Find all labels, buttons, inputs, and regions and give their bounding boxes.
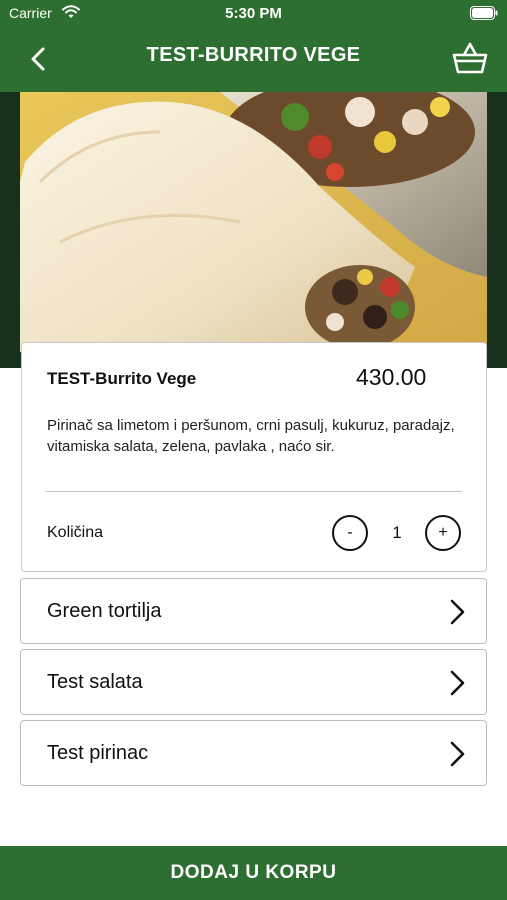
divider — [46, 491, 462, 492]
battery-icon — [470, 6, 498, 20]
product-name: TEST-Burrito Vege — [47, 369, 197, 388]
burrito-photo — [20, 92, 487, 352]
product-price: 430.00 — [356, 364, 427, 390]
quantity-label: Količina — [47, 524, 104, 541]
decrease-quantity-button[interactable]: - — [332, 515, 368, 551]
option-label: Green tortilja — [47, 600, 162, 622]
chevron-right-icon — [450, 741, 465, 767]
quantity-value: 1 — [392, 523, 402, 542]
chevron-right-icon — [450, 599, 465, 625]
chevron-right-icon — [450, 670, 465, 696]
product-description: Pirinač sa limetom i peršunom, crni pasu… — [47, 417, 455, 455]
product-image — [20, 92, 487, 352]
back-button[interactable] — [22, 42, 56, 76]
option-label: Test pirinac — [47, 742, 149, 764]
increase-quantity-button[interactable]: + — [425, 515, 461, 551]
option-row-test-pirinac[interactable]: Test pirinac — [20, 720, 487, 786]
option-row-test-salata[interactable]: Test salata — [20, 649, 487, 715]
page-title: TEST-BURRITO VEGE — [146, 44, 361, 66]
product-info-card: TEST-Burrito Vege 430.00 Pirinač sa lime… — [21, 342, 487, 572]
basket-icon — [452, 42, 488, 74]
cart-button[interactable] — [450, 39, 490, 79]
status-bar: Carrier 5:30 PM — [0, 0, 507, 26]
status-time: 5:30 PM — [225, 5, 282, 22]
chevron-left-icon — [31, 47, 45, 71]
option-label: Test salata — [47, 671, 143, 693]
option-row-green-tortilja[interactable]: Green tortilja — [20, 578, 487, 644]
navigation-bar: TEST-BURRITO VEGE — [0, 26, 507, 92]
add-to-cart-button[interactable]: DODAJ U KORPU — [0, 846, 507, 900]
